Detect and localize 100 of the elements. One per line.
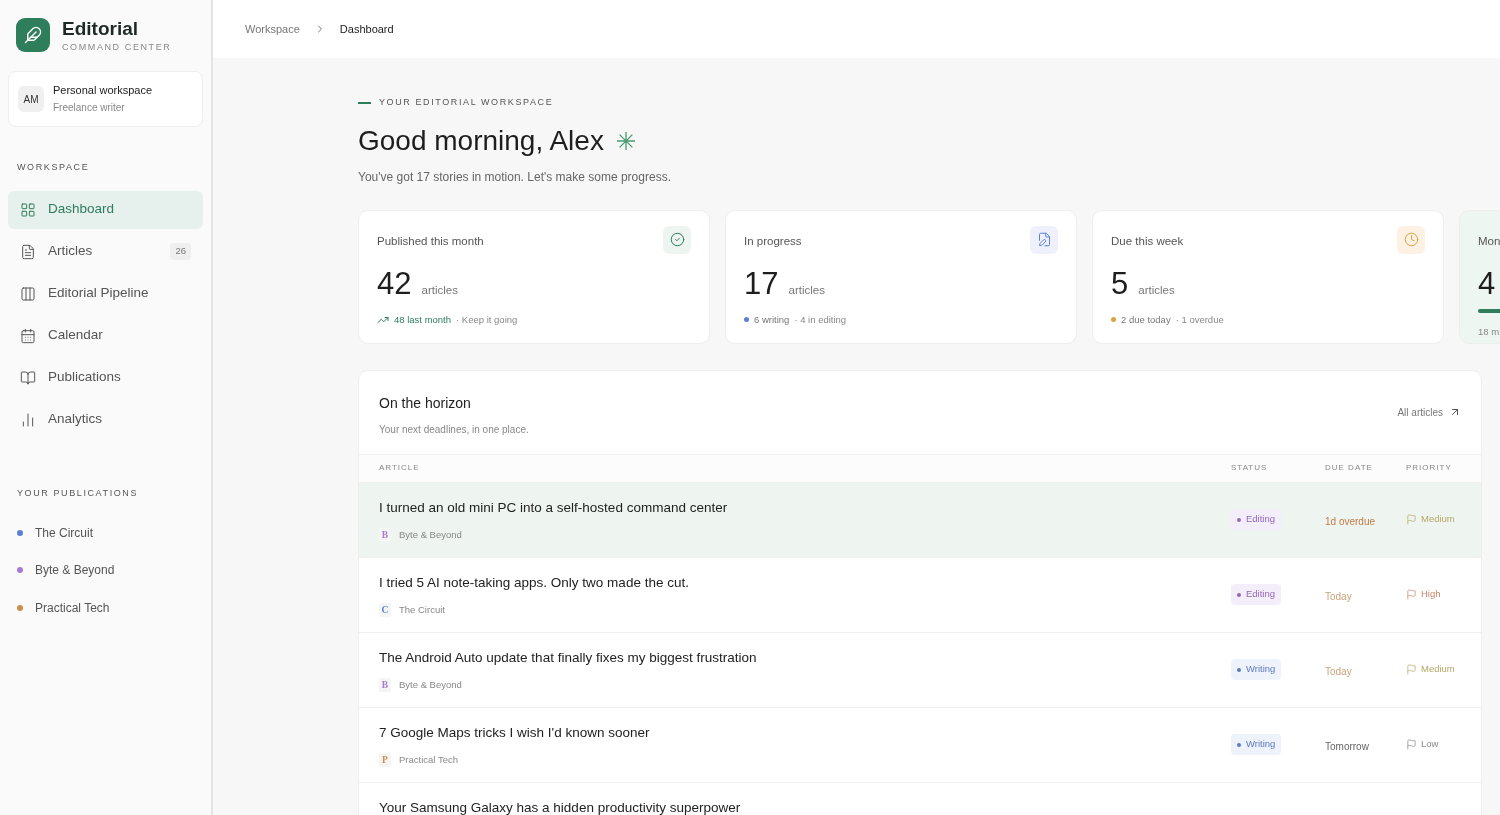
flag-icon (1406, 514, 1417, 525)
publication-initial: P (379, 752, 391, 767)
stat-unit: articles (788, 283, 825, 299)
stat-title: Mon (1478, 233, 1500, 249)
publication-name: Byte & Beyond (399, 677, 462, 692)
publication-name: The Circuit (35, 524, 93, 542)
nav-label: Dashboard (48, 200, 116, 219)
stat-note: · 1 overdue (1175, 312, 1224, 327)
publication-initial: B (379, 677, 391, 692)
stat-value: 5 (1111, 266, 1129, 301)
stat-title: Published this month (377, 233, 484, 249)
stat-unit: articles (1138, 283, 1175, 299)
stat-unit: articles (421, 283, 458, 299)
stat-value: 42 (377, 266, 412, 301)
nav-item[interactable]: Calendar (8, 316, 203, 355)
book-icon (20, 369, 36, 386)
stat-note: · Keep it going (456, 312, 518, 327)
due-date: Today (1325, 665, 1352, 677)
status-badge: Editing (1231, 509, 1282, 530)
publication-initial: C (379, 602, 391, 617)
stat-note-highlight: 48 last month (394, 312, 452, 327)
nav-label: Analytics (48, 410, 104, 429)
priority-label: High (1421, 587, 1441, 602)
workspace-role: Freelance writer (53, 101, 126, 115)
due-date: 1d overdue (1325, 515, 1376, 527)
priority-label: Medium (1421, 512, 1455, 527)
stat-value: 4 (1478, 266, 1496, 301)
nav-item[interactable]: Articles 26 (8, 232, 203, 271)
column-header: DUE DATE (1325, 462, 1374, 474)
publication-item[interactable]: Practical Tech (8, 589, 203, 627)
column-header: PRIORITY (1406, 462, 1453, 474)
arrow-up-right-icon[interactable] (1449, 406, 1461, 418)
breadcrumb-item[interactable]: Workspace (245, 20, 300, 38)
publication-item[interactable]: Byte & Beyond (8, 551, 203, 589)
nav-label: Articles (48, 242, 94, 261)
stat-note-highlight: 6 writing (754, 312, 790, 327)
eyebrow-text: YOUR EDITORIAL WORKSPACE (379, 96, 554, 109)
logo-icon (16, 18, 50, 52)
flag-icon (1406, 589, 1417, 600)
nav-item[interactable]: Dashboard (8, 190, 203, 229)
publication-name: Byte & Beyond (35, 562, 115, 580)
nav-item[interactable]: Editorial Pipeline (8, 274, 203, 313)
edit-document-icon (1030, 225, 1058, 254)
nav-item[interactable]: Analytics (8, 400, 203, 439)
article-title: I turned an old mini PC into a self-hosted command center (379, 498, 729, 517)
stat-note: 18 m (1478, 324, 1500, 339)
sparkle-icon (615, 130, 636, 151)
publication-name: Practical Tech (35, 599, 110, 617)
publication-initial: B (379, 527, 391, 542)
publication-name: The Circuit (399, 602, 445, 617)
section-title: On the horizon (379, 393, 472, 413)
stat-note: · 4 in editing (794, 312, 847, 327)
bar-chart-icon (20, 411, 36, 428)
grid-icon (20, 201, 36, 218)
article-title: I tried 5 AI note-taking apps. Only two made the cut. (379, 573, 690, 592)
priority-label: Medium (1421, 662, 1455, 677)
stat-title: Due this week (1111, 233, 1184, 249)
priority-label: Low (1421, 737, 1439, 752)
document-icon (20, 243, 36, 260)
nav-label: Publications (48, 368, 122, 387)
status-badge: Editing (1231, 584, 1282, 605)
flag-icon (1406, 739, 1417, 750)
publication-name: Byte & Beyond (399, 527, 462, 542)
calendar-icon (20, 327, 36, 344)
due-date: Tomorrow (1325, 740, 1369, 752)
brand-tagline: COMMAND CENTER (62, 41, 172, 53)
article-row[interactable]: Your Samsung Galaxy has a hidden productivity superpower (359, 781, 1481, 815)
columns-icon (20, 285, 36, 302)
section-heading: YOUR PUBLICATIONS (17, 486, 140, 500)
flag-icon (1406, 664, 1417, 675)
article-row[interactable]: I turned an old mini PC into a self-hosted command center B Byte & Beyond Editing 1d overdue Medium (359, 481, 1481, 557)
publication-name: Practical Tech (399, 752, 458, 767)
column-header: STATUS (1231, 462, 1269, 474)
section-subtitle: Your next deadlines, in one place. (379, 422, 529, 437)
article-title: 7 Google Maps tricks I wish I'd known sooner (379, 723, 651, 742)
eyebrow-rule (358, 101, 371, 104)
count-badge: 26 (170, 243, 191, 260)
breadcrumb-item: Dashboard (339, 21, 394, 37)
nav-label: Calendar (48, 326, 104, 345)
all-articles-link[interactable]: All articles (1397, 404, 1443, 420)
stat-note-highlight: 2 due today (1121, 312, 1171, 327)
greeting: Good morning, Alex (358, 123, 604, 158)
article-title: The Android Auto update that finally fixes my biggest frustration (379, 648, 758, 667)
nav-item[interactable]: Publications (8, 358, 203, 397)
workspace-switcher[interactable]: AM Personal workspace Freelance writer (8, 71, 203, 127)
section-heading: WORKSPACE (17, 161, 91, 174)
due-date: Today (1325, 590, 1352, 602)
stat-value: 17 (744, 266, 779, 301)
status-badge: Writing (1231, 734, 1282, 755)
stat-title: In progress (744, 233, 802, 249)
workspace-name: Personal workspace (53, 83, 153, 98)
column-header: ARTICLE (378, 462, 421, 474)
subtitle: You've got 17 stories in motion. Let's make some progress. (358, 168, 672, 186)
status-badge: Writing (1231, 659, 1282, 680)
clock-icon (1397, 225, 1425, 254)
nav-label: Editorial Pipeline (48, 284, 150, 303)
publication-item[interactable]: The Circuit (8, 514, 203, 552)
article-title: Your Samsung Galaxy has a hidden productivity superpower (379, 798, 742, 815)
avatar: AM (18, 86, 44, 112)
brand-name: Editorial (62, 17, 139, 41)
